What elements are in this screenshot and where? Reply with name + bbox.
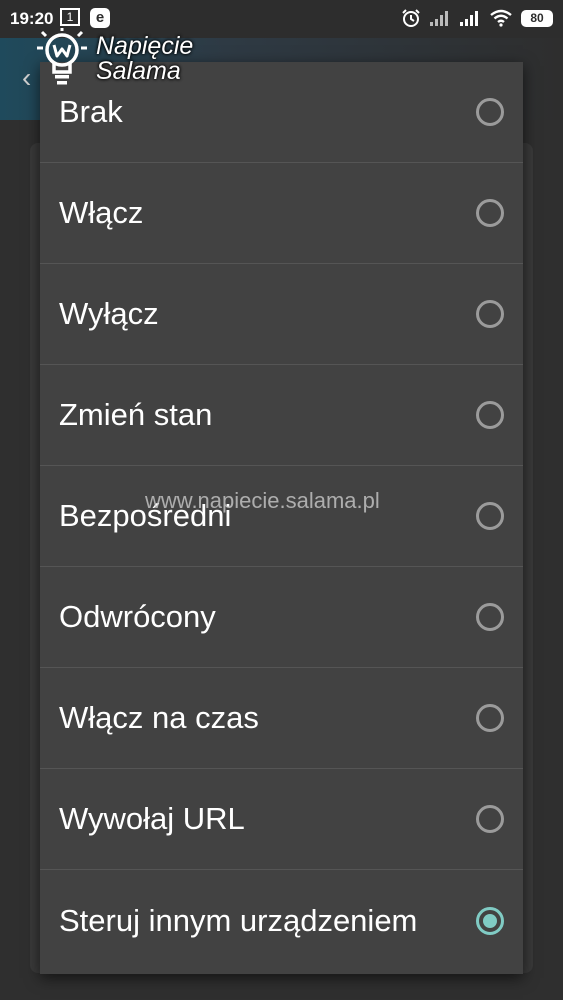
option-item[interactable]: Wywołaj URL [40,769,523,870]
status-right-icons: 80 [401,8,553,28]
option-item[interactable]: Brak [40,62,523,163]
calendar-icon: 1 [60,8,80,26]
alarm-icon [402,9,420,27]
radio-button[interactable] [476,704,504,732]
battery-icon: 80 [521,9,553,27]
status-time: 19:20 [10,9,54,28]
option-label: Wyłącz [59,296,159,331]
option-item[interactable]: Bezpośredni [40,466,523,567]
calendar-day: 1 [66,10,74,24]
radio-button[interactable] [476,603,504,631]
option-label: Brak [59,94,123,129]
notification-letter: e [95,9,105,26]
radio-button-checked[interactable] [476,906,504,935]
radio-button[interactable] [476,401,504,429]
radio-button[interactable] [476,98,504,126]
option-label: Włącz [59,195,144,230]
option-item[interactable]: Włącz na czas [40,668,523,769]
signal-icon [430,11,448,26]
status-left-icons: 1 e [60,8,110,28]
option-item[interactable]: Wyłącz [40,264,523,365]
radio-button[interactable] [476,300,504,328]
radio-button[interactable] [476,805,504,833]
option-label: Wywołaj URL [59,801,245,836]
battery-level: 80 [530,10,544,25]
option-item[interactable]: Zmień stan [40,365,523,466]
back-arrow-icon[interactable]: ‹ [22,62,31,94]
option-label: Zmień stan [59,397,213,432]
option-label: Bezpośredni [59,498,232,533]
radio-button[interactable] [476,502,504,530]
signal-icon-2 [460,11,478,26]
option-label: Steruj innym urządzeniem [59,902,418,938]
option-label: Odwrócony [59,599,216,634]
wifi-icon [490,9,512,27]
notification-e-icon: e [90,8,110,28]
option-label: Włącz na czas [59,700,259,735]
radio-button[interactable] [476,199,504,227]
option-item[interactable]: Odwrócony [40,567,523,668]
status-bar: 19:20 1 e 80 [0,0,563,38]
option-item-selected[interactable]: Steruj innym urządzeniem [40,870,523,971]
option-dialog: Brak Włącz Wyłącz Zmień stan Bezpośredni… [40,62,523,974]
option-item[interactable]: Włącz [40,163,523,264]
